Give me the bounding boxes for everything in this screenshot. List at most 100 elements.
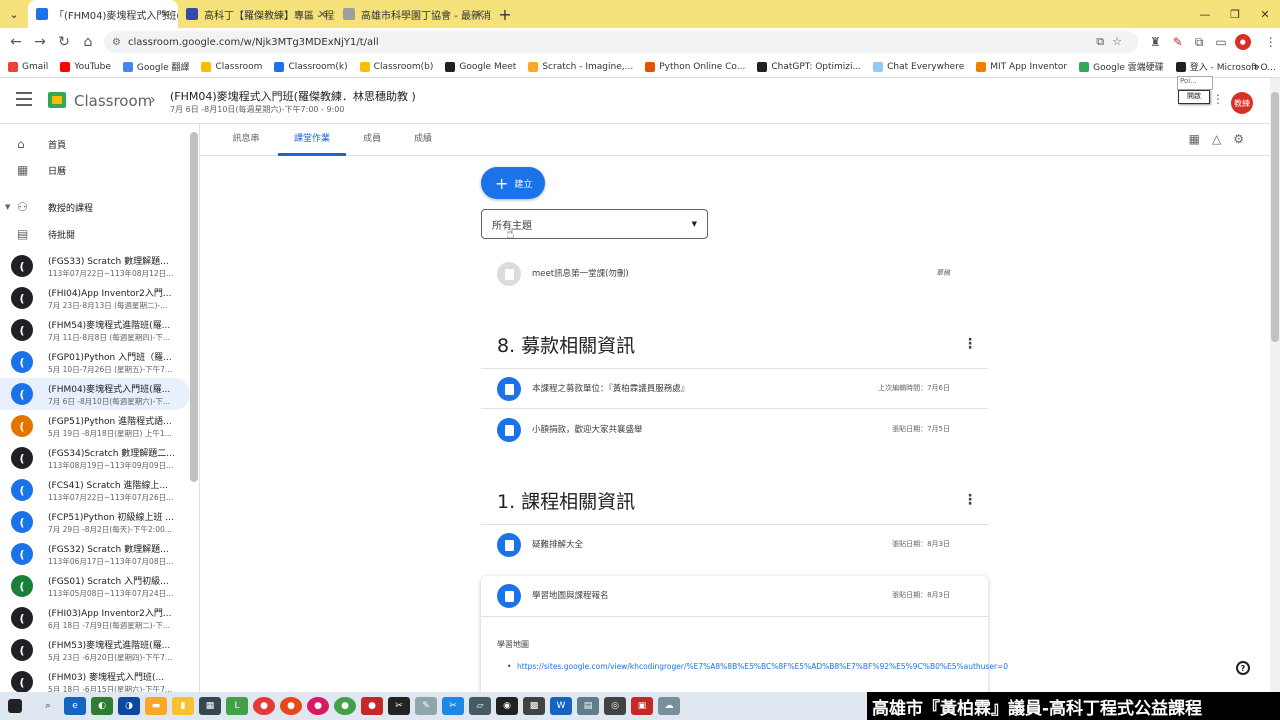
create-button[interactable]: + 建立 bbox=[481, 167, 545, 199]
calendar-drive-settings-icons[interactable]: ▦△⚙ bbox=[1189, 132, 1256, 146]
bookmark-item[interactable]: Gmail bbox=[8, 61, 48, 72]
classroom-logo-icon[interactable] bbox=[48, 92, 66, 108]
sidebar-item-review[interactable]: ▤ 待批閱 bbox=[0, 220, 190, 248]
page-scrollbar-thumb[interactable] bbox=[1271, 92, 1279, 342]
bookmark-item[interactable]: Classroom(k) bbox=[274, 61, 348, 72]
tab-grades[interactable]: 成績 bbox=[400, 124, 446, 156]
page-scrollbar[interactable] bbox=[1270, 78, 1280, 692]
sidebar-item-teaching[interactable]: ▼ ⚇ 教授的課程 bbox=[0, 193, 190, 221]
home-icon[interactable]: ⌂ bbox=[76, 34, 100, 50]
main-menu-icon[interactable] bbox=[16, 92, 32, 106]
recorder-icon[interactable]: ◎ bbox=[604, 697, 626, 715]
pen-extension-icon[interactable]: ✎ bbox=[1173, 35, 1183, 49]
word-icon[interactable]: W bbox=[550, 697, 572, 715]
bookmark-item[interactable]: Python Online Co... bbox=[645, 61, 745, 72]
archive-icon[interactable]: ▤ bbox=[577, 697, 599, 715]
learning-map-link[interactable]: https://sites.google.com/view/khcodingro… bbox=[507, 660, 1008, 673]
classwork-item-expanded[interactable]: 學習地圖與課程報名 張貼日期：8月3日 bbox=[481, 576, 988, 616]
extension-puzzle-icon[interactable]: ♜ bbox=[1150, 35, 1161, 49]
tab-search-chevron-icon[interactable]: ⌄ bbox=[3, 3, 25, 25]
url-input[interactable]: ⚙ classroom.google.com/w/Njk3MTg3MDExNjY… bbox=[104, 31, 1138, 53]
notes-icon[interactable]: ▱ bbox=[469, 697, 491, 715]
close-tab-icon[interactable]: ✕ bbox=[475, 8, 484, 21]
sidebar-course-item[interactable]: ((FGS32) Scratch 數理解題... 113年06月17日~113年0… bbox=[0, 538, 190, 570]
topic-filter-select[interactable]: 所有主題 ▼ bbox=[481, 209, 708, 239]
sidebar-item-calendar[interactable]: ▦ 日曆 bbox=[0, 156, 190, 184]
bookmark-item[interactable]: ChatGPT: Optimizi... bbox=[757, 61, 861, 72]
browser-tab-classroom[interactable]: 「(FHM04)麥塊程式入門班(羅... ✕ bbox=[28, 0, 178, 28]
sidebar-course-item[interactable]: ((FCP51)Python 初級線上班 ... 7月 29日 -8月2日(每天)… bbox=[0, 506, 190, 538]
chrome-active-icon[interactable]: ● bbox=[361, 697, 383, 715]
tab-stream[interactable]: 訊息串 bbox=[220, 124, 272, 156]
search-icon[interactable]: ⌕ bbox=[37, 697, 59, 715]
obs-icon[interactable]: ◉ bbox=[496, 697, 518, 715]
bookmark-item[interactable]: Google 翻譯 bbox=[122, 60, 189, 73]
windows-start-icon[interactable] bbox=[8, 699, 22, 713]
bookmark-item[interactable]: MIT App Inventor bbox=[976, 61, 1067, 72]
bookmark-item[interactable]: YouTube bbox=[60, 61, 111, 72]
edge-dev-icon[interactable]: ◐ bbox=[91, 697, 113, 715]
editor-icon[interactable]: ▩ bbox=[523, 697, 545, 715]
sidebar-item-home[interactable]: ⌂ 首頁 bbox=[0, 130, 190, 158]
apps-grid-icon[interactable]: ⋮ bbox=[1212, 92, 1224, 106]
bookmark-item[interactable]: Classroom(b) bbox=[359, 61, 433, 72]
file-explorer-icon[interactable]: ▬ bbox=[145, 697, 167, 715]
close-tab-icon[interactable]: ✕ bbox=[318, 8, 327, 21]
classwork-item[interactable]: 本課程之募款單位：『黃柏霖議員服務處』 上次編輯時間：7月6日 bbox=[481, 369, 988, 409]
topic-more-options-icon[interactable]: ⋮ bbox=[963, 492, 977, 508]
sidebar-course-item[interactable]: ((FGS01) Scratch 入門初級... 113年05月08日~113年0… bbox=[0, 570, 190, 602]
sidebar-scrollbar[interactable] bbox=[190, 132, 198, 482]
classwork-item-draft[interactable]: meet訊息第一堂課(勿刪) 草稿 bbox=[481, 254, 988, 294]
firefox-icon[interactable]: ● bbox=[280, 697, 302, 715]
capcut-icon[interactable]: ✂ bbox=[388, 697, 410, 715]
snip-icon[interactable]: ✂ bbox=[442, 697, 464, 715]
bookmark-item[interactable]: Google 雲端硬碟 bbox=[1079, 60, 1164, 73]
minimize-icon[interactable]: — bbox=[1190, 8, 1220, 21]
extensions-icon[interactable]: ⧉ bbox=[1195, 35, 1204, 50]
sidebar-course-item[interactable]: ((FHI03)App Inventor2入門... 6月 18日 -7月9日(每… bbox=[0, 602, 190, 634]
edge-icon[interactable]: e bbox=[64, 697, 86, 715]
help-icon[interactable]: ? bbox=[1236, 661, 1250, 675]
topic-more-options-icon[interactable]: ⋮ bbox=[963, 336, 977, 352]
bookmark-item[interactable]: 登入 - Microsoft O... bbox=[1175, 60, 1276, 73]
browser-tab-association[interactable]: 高雄市科學園丁協會 - 最新消息 ✕ bbox=[335, 0, 492, 28]
classwork-item[interactable]: 疑難排解大全 張貼日期：8月3日 bbox=[481, 525, 988, 565]
reload-icon[interactable]: ↻ bbox=[52, 34, 76, 50]
sidebar-course-item[interactable]: ((FGS34)Scratch 數理解題二... 113年08月19日~113年0… bbox=[0, 442, 190, 474]
paint-icon[interactable]: ✎ bbox=[415, 697, 437, 715]
app-icon[interactable]: ● bbox=[307, 697, 329, 715]
sidebar-course-item[interactable]: ((FHI04)App Inventor2入門... 7月 23日-8月13日 (… bbox=[0, 282, 190, 314]
sidebar-course-item[interactable]: ((FHM03) 麥塊程式入門班(... 5月 18日 -6月15日(星期六)-下… bbox=[0, 666, 190, 692]
browser-tab-hikoding[interactable]: 高科丁【羅傑教練】專區 - 程式 ✕ bbox=[178, 0, 335, 28]
more-bookmarks-icon[interactable]: » bbox=[1253, 60, 1260, 73]
tab-people[interactable]: 成員 bbox=[350, 124, 394, 156]
cloud-icon[interactable]: ☁ bbox=[658, 697, 680, 715]
sidebar-course-item[interactable]: ((FCS41) Scratch 進階線上... 113年07月22日~113年0… bbox=[0, 474, 190, 506]
restore-icon[interactable]: ❐ bbox=[1220, 8, 1250, 21]
sidebar-course-item[interactable]: ((FGP01)Python 入門班（羅... 5月 10日-7月26日 (星期五… bbox=[0, 346, 190, 378]
line-icon[interactable]: L bbox=[226, 697, 248, 715]
bookmark-item[interactable]: Classroom bbox=[201, 61, 262, 72]
profile-avatar-icon[interactable]: ● bbox=[1234, 34, 1251, 50]
forward-arrow-icon[interactable]: → bbox=[28, 34, 52, 50]
avatar[interactable]: 教練 bbox=[1231, 92, 1253, 114]
sticky-notes-icon[interactable]: ▮ bbox=[172, 697, 194, 715]
close-tab-icon[interactable]: ✕ bbox=[161, 8, 170, 21]
edge-beta-icon[interactable]: ◑ bbox=[118, 697, 140, 715]
app-name[interactable]: Classroom bbox=[74, 92, 152, 110]
sidebar-toggle-icon[interactable]: ▭ bbox=[1215, 35, 1226, 49]
course-title[interactable]: (FHM04)麥塊程式入門班(羅傑教練．林思穗助教 ) bbox=[170, 88, 416, 104]
bookmark-item[interactable]: Google Meet bbox=[445, 61, 516, 72]
tab-classwork[interactable]: 課堂作業 bbox=[278, 124, 346, 156]
sidebar-course-item[interactable]: ((FHM04)麥塊程式入門班(羅... 7月 6日 -8月10日(每週星期六)-… bbox=[0, 378, 190, 410]
chrome-profile-icon[interactable]: ● bbox=[334, 697, 356, 715]
sidebar-course-item[interactable]: ((FGS33) Scratch 數理解題... 113年07月22日~113年0… bbox=[0, 250, 190, 282]
sidebar-course-item[interactable]: ((FHM54)麥塊程式進階班(羅... 7月 11日-8月8日 (每週星期四)-… bbox=[0, 314, 190, 346]
bookmark-item[interactable]: Scratch - Imagine,... bbox=[528, 61, 633, 72]
bookmark-star-icon[interactable]: ⧉☆ bbox=[1096, 35, 1130, 49]
back-arrow-icon[interactable]: ← bbox=[4, 34, 28, 50]
new-tab-button[interactable]: + bbox=[492, 5, 518, 24]
sidebar-course-item[interactable]: ((FGP51)Python 進階程式語... 5月 19日 -8月18日(星期日… bbox=[0, 410, 190, 442]
app-red-icon[interactable]: ▣ bbox=[631, 697, 653, 715]
site-info-icon[interactable]: ⚙ bbox=[112, 37, 121, 48]
